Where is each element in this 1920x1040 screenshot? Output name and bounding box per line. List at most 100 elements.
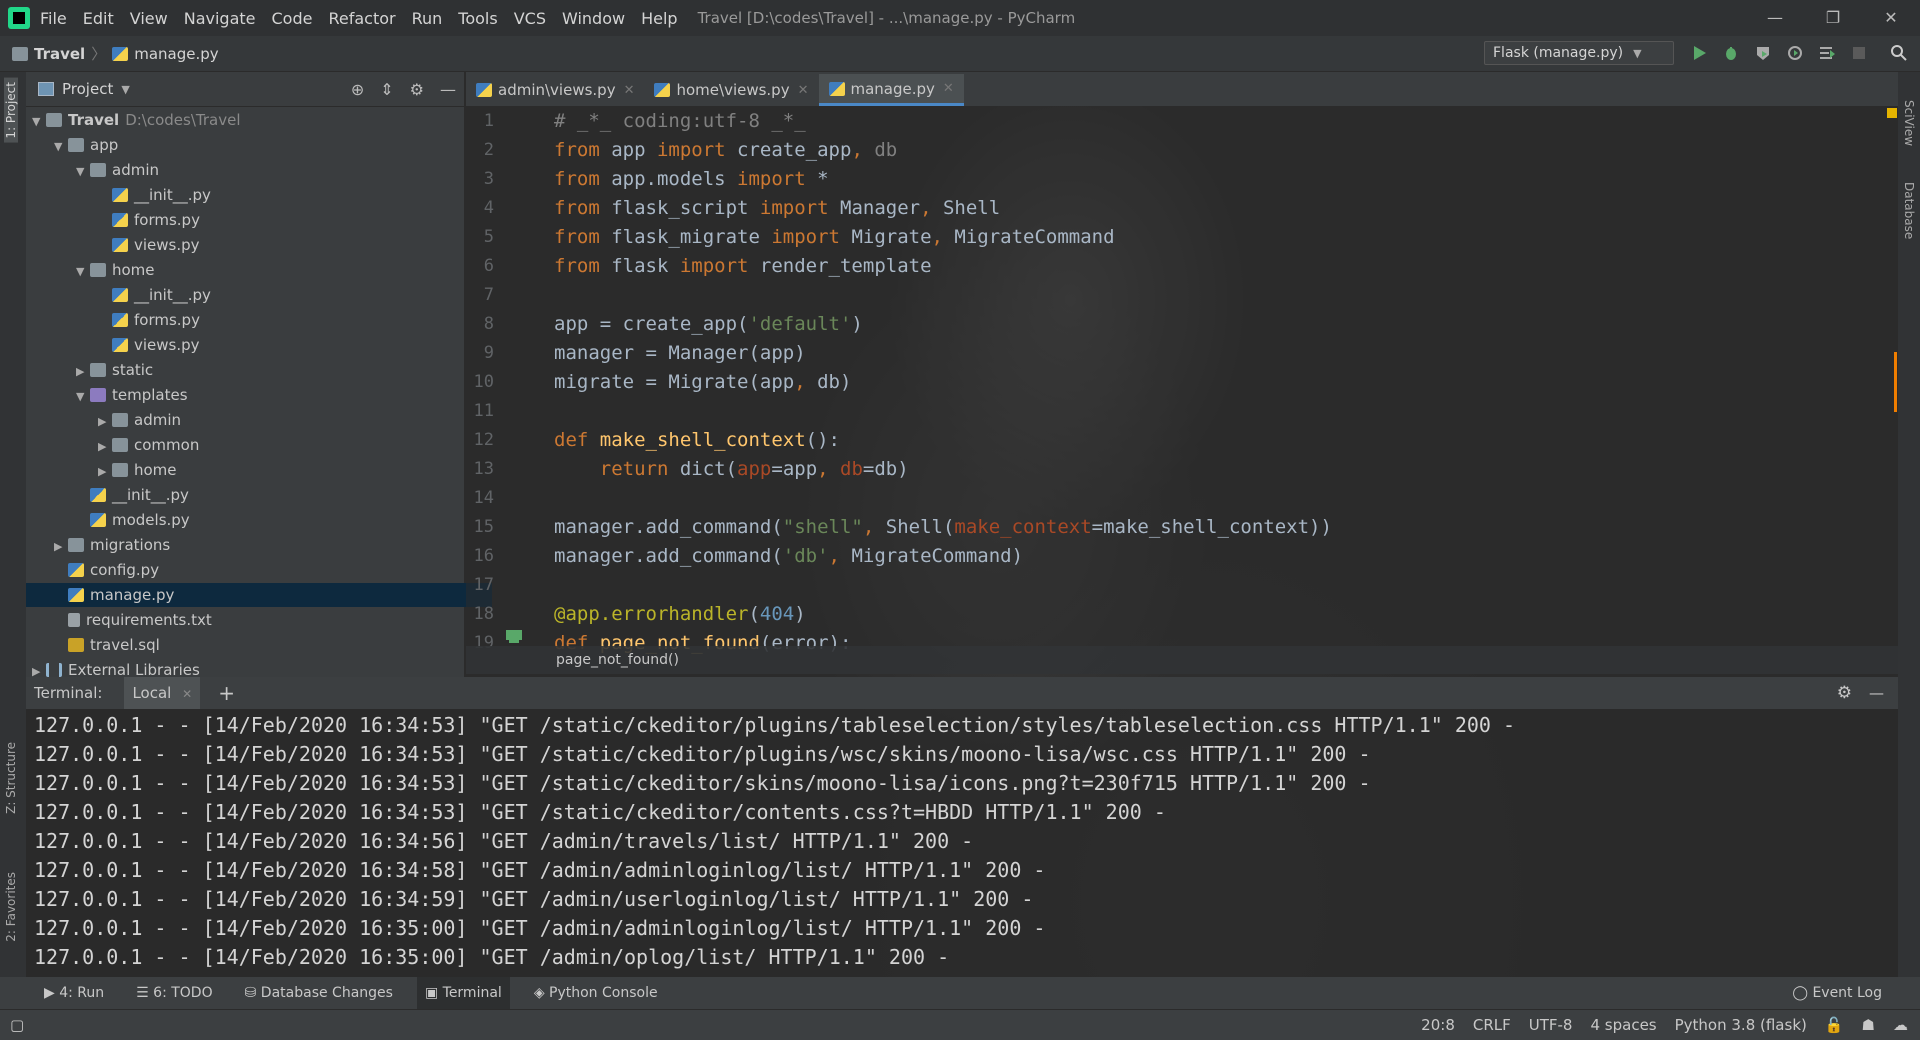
code-editor[interactable]: 1 2 3 4 5 6 7 8 9 10 11 12 13 14 15 16 17 18 19 # _*_ codi… <box>466 106 1898 654</box>
chevron-down-icon[interactable]: ▼ <box>76 160 90 184</box>
hide-panel-icon[interactable]: — <box>1869 684 1884 702</box>
gear-icon[interactable]: ⚙ <box>1837 683 1852 703</box>
close-icon[interactable]: ✕ <box>624 83 635 98</box>
tree-item[interactable]: ▶ migrations <box>26 533 492 557</box>
tree-item[interactable]: forms.py <box>26 308 536 332</box>
todo-tool-button[interactable]: ☰ 6: TODO <box>128 977 220 1009</box>
tree-item[interactable]: ▶ home <box>26 458 536 482</box>
tree-item[interactable]: ▼ Travel D:\codes\Travel <box>26 108 470 132</box>
concurrency-icon[interactable] <box>1818 44 1836 62</box>
function-breadcrumb[interactable]: page_not_found() <box>556 652 679 668</box>
hide-panel-icon[interactable]: — <box>440 80 456 99</box>
tree-item[interactable]: models.py <box>26 508 514 532</box>
tree-item[interactable]: views.py <box>26 233 536 257</box>
scroll-thumb[interactable] <box>1894 352 1897 412</box>
menu-tools[interactable]: Tools <box>458 9 497 28</box>
tree-item[interactable]: ▼ home <box>26 258 514 282</box>
project-panel-title[interactable]: Project <box>62 80 113 98</box>
menu-view[interactable]: View <box>130 9 168 28</box>
tree-item[interactable]: config.py <box>26 558 492 582</box>
menu-window[interactable]: Window <box>562 9 625 28</box>
chevron-right-icon[interactable]: ▶ <box>98 460 112 484</box>
tree-item[interactable]: travel.sql <box>26 633 492 657</box>
chevron-right-icon[interactable]: ▶ <box>98 435 112 459</box>
run-configuration-select[interactable]: Flask (manage.py) ▼ <box>1484 41 1674 65</box>
menu-help[interactable]: Help <box>641 9 677 28</box>
add-terminal-button[interactable]: + <box>218 681 235 705</box>
menu-run[interactable]: Run <box>412 9 443 28</box>
chevron-right-icon[interactable]: ▶ <box>76 360 90 384</box>
terminal-tab-local[interactable]: Local ✕ <box>124 677 201 709</box>
python-console-button[interactable]: ◈ Python Console <box>526 977 666 1009</box>
cursor-position[interactable]: 20:8 <box>1421 1016 1455 1034</box>
tree-item[interactable]: manage.py <box>26 583 492 607</box>
database-changes-button[interactable]: ⛁ Database Changes <box>237 977 401 1009</box>
tree-item[interactable]: __init__.py <box>26 483 514 507</box>
favorites-tool-button[interactable]: 2: Favorites <box>4 872 18 942</box>
close-icon[interactable]: ✕ <box>943 81 954 96</box>
tree-item[interactable]: ▼ app <box>26 133 492 157</box>
stop-icon[interactable] <box>1850 44 1868 62</box>
terminal-output[interactable]: 127.0.0.1 - - [14/Feb/2020 16:34:53] "GE… <box>26 709 1898 977</box>
tree-item[interactable]: ▼ admin <box>26 158 514 182</box>
tab-admin-views[interactable]: admin\views.py ✕ <box>466 74 644 106</box>
toggle-tool-windows-icon[interactable]: ▢ <box>10 1016 24 1034</box>
tree-item[interactable]: ▶ common <box>26 433 536 457</box>
debug-icon[interactable] <box>1722 44 1740 62</box>
run-tool-button[interactable]: ▶ 4: Run <box>36 977 112 1009</box>
menu-code[interactable]: Code <box>272 9 313 28</box>
run-icon[interactable] <box>1690 44 1708 62</box>
profile-icon[interactable] <box>1786 44 1804 62</box>
tree-item[interactable]: ▼ templates <box>26 383 514 407</box>
run-with-coverage-icon[interactable] <box>1754 44 1772 62</box>
tree-item[interactable]: __init__.py <box>26 183 536 207</box>
search-everywhere-icon[interactable] <box>1890 44 1908 62</box>
run-gutter-icon[interactable] <box>504 628 526 644</box>
locate-file-icon[interactable]: ⊕ <box>351 80 364 99</box>
inspector-icon[interactable]: ☗ <box>1862 1016 1875 1034</box>
tab-manage[interactable]: manage.py ✕ <box>818 74 964 106</box>
file-encoding[interactable]: UTF-8 <box>1529 1016 1573 1034</box>
chevron-down-icon[interactable]: ▼ <box>76 260 90 284</box>
menu-refactor[interactable]: Refactor <box>328 9 395 28</box>
database-tool-button[interactable]: Database <box>1902 182 1916 239</box>
chevron-down-icon[interactable]: ▼ <box>121 83 129 96</box>
minimize-button[interactable]: — <box>1746 0 1804 36</box>
tree-item[interactable]: __init__.py <box>26 283 536 307</box>
line-separator[interactable]: CRLF <box>1473 1016 1511 1034</box>
structure-tool-button[interactable]: Z: Structure <box>4 742 18 814</box>
project-tool-button[interactable]: 1: Project <box>4 78 18 143</box>
tree-item[interactable]: views.py <box>26 333 536 357</box>
event-log-button[interactable]: ◯ Event Log <box>1784 977 1890 1009</box>
close-icon[interactable]: ✕ <box>182 687 192 701</box>
tab-home-views[interactable]: home\views.py ✕ <box>644 74 818 106</box>
tree-item[interactable]: ▶ static <box>26 358 514 382</box>
chevron-down-icon[interactable]: ▼ <box>32 110 46 134</box>
close-window-button[interactable]: ✕ <box>1862 0 1920 36</box>
menu-navigate[interactable]: Navigate <box>184 9 256 28</box>
menu-edit[interactable]: Edit <box>83 9 114 28</box>
python-interpreter[interactable]: Python 3.8 (flask) <box>1675 1016 1807 1034</box>
tree-item[interactable]: forms.py <box>26 208 536 232</box>
indent-setting[interactable]: 4 spaces <box>1590 1016 1656 1034</box>
tree-item[interactable]: ▶ admin <box>26 408 536 432</box>
menu-vcs[interactable]: VCS <box>514 9 546 28</box>
chevron-down-icon[interactable]: ▼ <box>76 385 90 409</box>
notifications-icon[interactable]: ☁ <box>1893 1016 1908 1034</box>
chevron-right-icon[interactable]: ▶ <box>98 410 112 434</box>
collapse-all-icon[interactable]: ⇕ <box>380 80 393 99</box>
code-token: app = create_app( <box>554 313 749 335</box>
breadcrumb-file[interactable]: manage.py <box>134 45 218 63</box>
breadcrumb-project[interactable]: Travel <box>34 45 85 63</box>
close-icon[interactable]: ✕ <box>798 83 809 98</box>
lock-icon[interactable]: 🔓 <box>1825 1016 1844 1034</box>
terminal-tool-button[interactable]: ▣ Terminal <box>416 977 510 1009</box>
sciview-tool-button[interactable]: SciView <box>1902 100 1916 146</box>
gear-icon[interactable]: ⚙ <box>410 80 424 99</box>
editor-scrollbar[interactable] <box>1884 106 1898 646</box>
tree-item[interactable]: requirements.txt <box>26 608 492 632</box>
chevron-down-icon[interactable]: ▼ <box>54 135 68 159</box>
menu-file[interactable]: File <box>40 9 67 28</box>
chevron-right-icon[interactable]: ▶ <box>54 535 68 559</box>
restore-button[interactable]: ❐ <box>1804 0 1862 36</box>
